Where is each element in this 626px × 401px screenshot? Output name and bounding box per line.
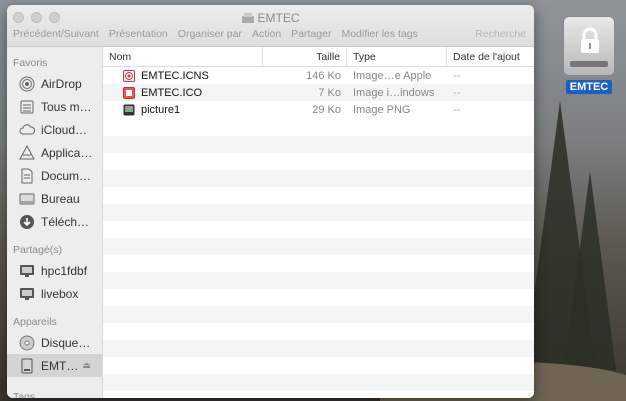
finder-window: EMTEC Précédent/Suivant Présentation Org… — [7, 5, 534, 398]
file-name: EMTEC.ICNS — [141, 69, 209, 82]
drive-icon — [241, 13, 254, 23]
arrange-button[interactable]: Organiser par — [178, 28, 242, 40]
file-name: picture1 — [141, 103, 181, 116]
desktop-drive[interactable]: EMTEC — [561, 16, 617, 94]
file-row[interactable]: EMTEC.ICO 7 Ko Image i…indows -- — [103, 84, 534, 101]
sidebar-section-partage: Partagé(s) — [13, 244, 63, 256]
file-type: Image…e Apple — [353, 69, 432, 82]
sidebar-item-emtec[interactable]: EMT… ⏏ — [7, 354, 102, 377]
column-name[interactable]: Nom — [103, 47, 263, 66]
sidebar-item-bureau[interactable]: Bureau — [7, 187, 102, 210]
action-button[interactable]: Action — [252, 28, 281, 40]
drive-icon — [21, 358, 33, 373]
sidebar-item-all-files[interactable]: Tous m… — [7, 95, 102, 118]
drive-icon — [563, 16, 615, 76]
sidebar-item-downloads[interactable]: Téléch… — [7, 210, 102, 233]
file-type: Image i…indows — [353, 86, 435, 99]
toolbar: Précédent/Suivant Présentation Organiser… — [13, 28, 526, 40]
back-forward-button[interactable]: Précédent/Suivant — [13, 28, 99, 40]
sidebar-item-livebox[interactable]: livebox — [7, 282, 102, 305]
sidebar-section-appareils: Appareils — [13, 316, 57, 328]
monitor-icon — [20, 287, 34, 300]
ico-file-icon — [123, 86, 135, 99]
desktop-icon — [19, 193, 35, 204]
sidebar-section-favoris: Favoris — [13, 57, 48, 69]
sidebar-item-airdrop[interactable]: AirDrop — [7, 72, 102, 95]
monitor-icon — [20, 264, 34, 277]
edit-tags-button[interactable]: Modifier les tags — [341, 28, 417, 40]
file-size: 29 Ko — [312, 103, 341, 116]
file-date: -- — [453, 103, 461, 116]
column-size[interactable]: Taille — [263, 47, 347, 66]
window-title: EMTEC — [7, 11, 534, 25]
view-button[interactable]: Présentation — [109, 28, 168, 40]
sidebar-item-icloud[interactable]: iCloud… — [7, 118, 102, 141]
icns-file-icon — [123, 69, 135, 82]
download-icon — [20, 214, 34, 229]
sidebar-item-applications[interactable]: Applica… — [7, 141, 102, 164]
column-header: Nom Taille Type Date de l'ajout — [103, 47, 534, 67]
cloud-icon — [19, 123, 35, 134]
file-date: -- — [453, 69, 461, 82]
sidebar-item-documents[interactable]: Docum… — [7, 164, 102, 187]
file-type: Image PNG — [353, 103, 411, 116]
file-row[interactable]: picture1 29 Ko Image PNG -- — [103, 101, 534, 118]
sidebar-item-disque[interactable]: Disque… — [7, 331, 102, 354]
file-row[interactable]: EMTEC.ICNS 146 Ko Image…e Apple -- — [103, 67, 534, 84]
airdrop-icon — [19, 76, 35, 91]
file-size: 146 Ko — [306, 69, 341, 82]
sidebar: Favoris AirDrop Tous m… iCloud… Applica…… — [7, 47, 103, 398]
column-date[interactable]: Date de l'ajout — [447, 47, 534, 66]
file-list: Nom Taille Type Date de l'ajout EMTEC.IC… — [103, 47, 534, 398]
sidebar-item-hpc1fdbf[interactable]: hpc1fdbf — [7, 259, 102, 282]
empty-list-area[interactable] — [103, 119, 534, 398]
eject-icon[interactable]: ⏏ — [82, 360, 91, 371]
sidebar-section-tags: Tags — [13, 391, 36, 398]
all-files-icon — [20, 100, 34, 113]
disk-icon — [19, 335, 35, 350]
applications-icon — [19, 144, 35, 159]
file-name: EMTEC.ICO — [141, 86, 203, 99]
search-field[interactable]: Recherche — [475, 28, 526, 40]
desktop-drive-label[interactable]: EMTEC — [565, 80, 613, 94]
column-type[interactable]: Type — [347, 47, 447, 66]
png-file-icon — [123, 104, 135, 115]
share-button[interactable]: Partager — [291, 28, 331, 40]
file-size: 7 Ko — [318, 86, 341, 99]
document-icon — [21, 168, 33, 183]
file-date: -- — [453, 86, 461, 99]
titlebar: EMTEC Précédent/Suivant Présentation Org… — [7, 5, 534, 47]
